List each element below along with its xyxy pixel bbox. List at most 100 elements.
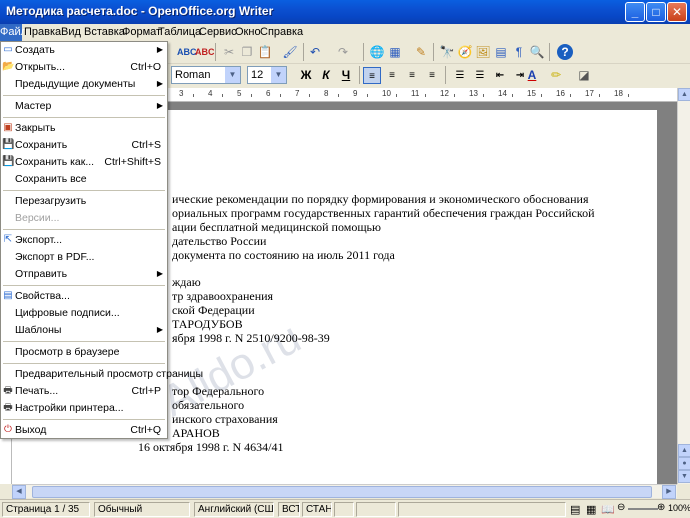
- menu-item-reload[interactable]: Перезагрузить: [1, 193, 167, 211]
- font-size-combo[interactable]: 12 ▼: [247, 66, 287, 84]
- zoom-value[interactable]: 100%: [668, 503, 690, 513]
- minimize-button[interactable]: _: [625, 2, 645, 22]
- menu-item-save-all[interactable]: Сохранить все: [1, 171, 167, 189]
- italic-button[interactable]: К: [317, 67, 335, 84]
- submenu-arrow-icon: ▶: [156, 269, 163, 278]
- format-paintbrush-icon[interactable]: 🖌: [282, 44, 298, 60]
- menu-item-printer-settings[interactable]: 🖶 Настройки принтера...: [1, 400, 167, 418]
- hyperlink-icon[interactable]: 🌐: [369, 44, 385, 60]
- menu-format[interactable]: Формат: [122, 26, 161, 38]
- menu-item-print[interactable]: 🖶 Печать... Ctrl+P: [1, 383, 167, 401]
- page-indicator[interactable]: Страница 1 / 35: [2, 502, 90, 517]
- background-color-icon[interactable]: ◪: [575, 67, 593, 84]
- scroll-up-icon[interactable]: ▲: [678, 88, 690, 101]
- vertical-scrollbar[interactable]: ▲ ▲ ● ▼: [677, 88, 690, 484]
- ruler-number: 16: [556, 89, 565, 98]
- menu-window[interactable]: Окно: [235, 26, 261, 38]
- autospellcheck-icon[interactable]: ABC: [195, 44, 215, 60]
- page-style[interactable]: Обычный: [94, 502, 190, 517]
- horizontal-scrollbar[interactable]: ◀ ▶: [12, 484, 677, 499]
- multi-page-icon[interactable]: ▦: [586, 503, 596, 516]
- show-draw-icon[interactable]: ✎: [413, 44, 429, 60]
- submenu-arrow-icon: ▶: [156, 101, 163, 110]
- paste-icon[interactable]: 📋: [257, 44, 273, 60]
- menu-view[interactable]: Вид: [61, 26, 81, 38]
- cut-icon[interactable]: ✂: [221, 44, 237, 60]
- underline-button[interactable]: Ч: [337, 67, 355, 84]
- justify-button[interactable]: ≡: [423, 67, 441, 84]
- align-center-button[interactable]: ≡: [383, 67, 401, 84]
- numbering-button[interactable]: ☰: [451, 67, 469, 84]
- title-bar[interactable]: Методика расчета.doc - OpenOffice.org Wr…: [0, 0, 690, 24]
- font-size-value: 12: [251, 69, 264, 81]
- menu-item-digital-signatures[interactable]: Цифровые подписи...: [1, 305, 167, 323]
- navigation-icon[interactable]: ●: [678, 457, 690, 470]
- insert-mode[interactable]: ВСТ: [278, 502, 300, 517]
- zoom-slider[interactable]: [628, 508, 658, 510]
- ruler-number: 4: [208, 89, 213, 98]
- menu-item-preview-browser[interactable]: Просмотр в браузере: [1, 344, 167, 362]
- book-view-icon[interactable]: 📖: [601, 503, 615, 516]
- submenu-arrow-icon: ▶: [156, 79, 163, 88]
- bullets-button[interactable]: ☰: [471, 67, 489, 84]
- menu-item-export-pdf[interactable]: Экспорт в PDF...: [1, 249, 167, 267]
- redo-icon[interactable]: ↷: [335, 44, 351, 60]
- next-page-icon[interactable]: ▼: [678, 470, 690, 483]
- horizontal-ruler[interactable]: 3 4 5 6 7 8 9 10 11 12 13 14 15 16 17 18: [167, 88, 682, 102]
- menu-item-open[interactable]: 📂 Открыть... Ctrl+O: [1, 59, 167, 77]
- zoom-in-icon[interactable]: ⊕: [657, 502, 665, 513]
- table-icon[interactable]: ▦: [387, 44, 403, 60]
- find-replace-icon[interactable]: 🔭: [439, 44, 455, 60]
- font-color-icon[interactable]: A: [523, 67, 541, 84]
- close-button[interactable]: ✕: [667, 2, 687, 22]
- datasource-icon[interactable]: ▤: [493, 44, 509, 60]
- align-right-button[interactable]: ≡: [403, 67, 421, 84]
- scroll-right-icon[interactable]: ▶: [662, 485, 676, 499]
- decrease-indent-button[interactable]: ⇤: [491, 67, 509, 84]
- menu-table[interactable]: Таблица: [158, 26, 201, 38]
- menu-tools[interactable]: Сервис: [199, 26, 237, 38]
- scroll-left-icon[interactable]: ◀: [12, 485, 26, 499]
- menu-item-templates[interactable]: Шаблоны ▶: [1, 322, 167, 340]
- new-doc-icon: ▭: [3, 44, 13, 55]
- chevron-down-icon[interactable]: ▼: [271, 67, 286, 83]
- menu-item-new[interactable]: ▭ Создать ▶: [1, 42, 167, 60]
- menu-item-save[interactable]: 💾 Сохранить Ctrl+S: [1, 137, 167, 155]
- menu-item-send[interactable]: Отправить ▶: [1, 266, 167, 284]
- spellcheck-icon[interactable]: ABC: [177, 44, 197, 60]
- menu-item-save-as[interactable]: 💾 Сохранить как... Ctrl+Shift+S: [1, 154, 167, 172]
- nonprinting-chars-icon[interactable]: ¶: [511, 44, 527, 60]
- navigator-icon[interactable]: 🧭: [457, 44, 473, 60]
- selection-mode[interactable]: СТАНД: [302, 502, 332, 517]
- undo-icon[interactable]: ↶: [307, 44, 323, 60]
- view-layout-icon[interactable]: ▤: [570, 503, 580, 516]
- font-name-combo[interactable]: Roman ▼: [171, 66, 241, 84]
- help-icon[interactable]: ?: [557, 44, 573, 60]
- bold-button[interactable]: Ж: [297, 67, 315, 84]
- menu-edit[interactable]: Правка: [24, 26, 61, 38]
- menu-item-page-preview[interactable]: Предварительный просмотр страницы: [1, 366, 203, 384]
- copy-icon[interactable]: ❐: [239, 44, 255, 60]
- language-indicator[interactable]: Английский (США): [194, 502, 274, 517]
- menu-file[interactable]: Файл: [0, 24, 27, 41]
- menu-item-recent[interactable]: Предыдущие документы ▶: [1, 76, 167, 94]
- menu-item-properties[interactable]: ▤ Свойства...: [1, 288, 167, 306]
- highlight-icon[interactable]: ✏: [547, 67, 565, 84]
- menu-item-close[interactable]: ▣ Закрыть: [1, 120, 167, 138]
- align-left-button[interactable]: ≡: [363, 67, 381, 84]
- prev-page-icon[interactable]: ▲: [678, 444, 690, 457]
- scroll-thumb[interactable]: [32, 486, 652, 498]
- menu-help[interactable]: Справка: [260, 26, 303, 38]
- zoom-out-icon[interactable]: ⊖: [617, 502, 625, 513]
- gallery-icon[interactable]: 🖼: [475, 44, 491, 60]
- ruler-number: 11: [411, 89, 420, 98]
- doc-line: дательство России: [172, 234, 267, 248]
- menu-item-wizard[interactable]: Мастер ▶: [1, 98, 167, 116]
- doc-line: ской Федерации: [172, 303, 255, 317]
- zoom-icon[interactable]: 🔍: [529, 44, 545, 60]
- menu-insert[interactable]: Вставка: [84, 26, 125, 38]
- chevron-down-icon[interactable]: ▼: [225, 67, 240, 83]
- menu-item-export[interactable]: ⇱ Экспорт...: [1, 232, 167, 250]
- menu-item-exit[interactable]: ⏻ Выход Ctrl+Q: [1, 422, 167, 440]
- maximize-button[interactable]: □: [646, 2, 666, 22]
